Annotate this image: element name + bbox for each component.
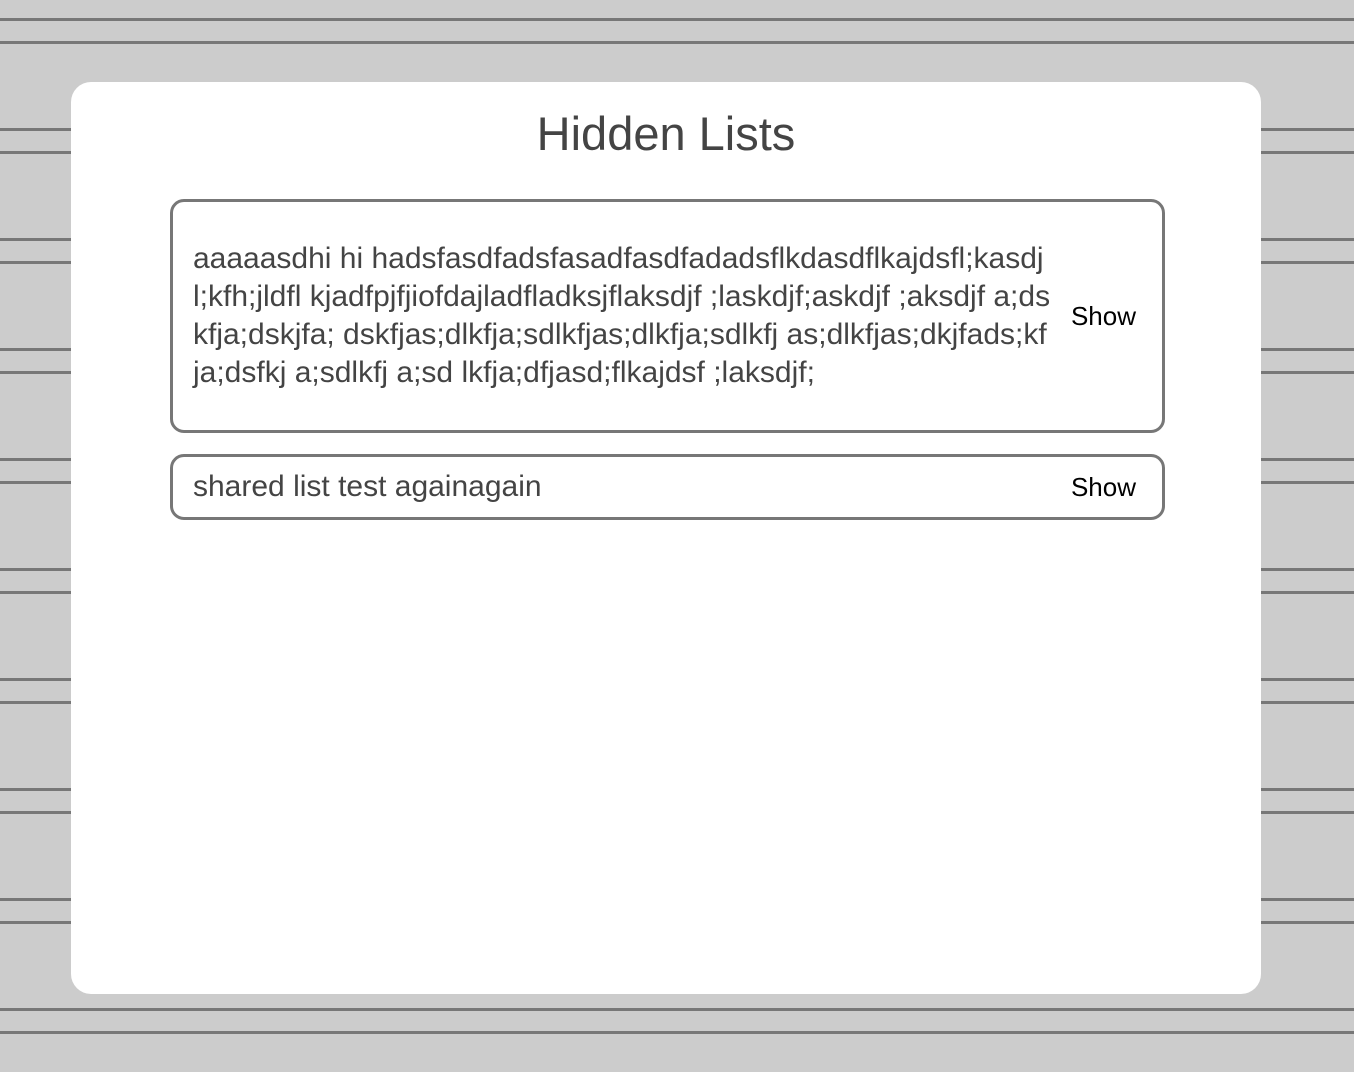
list-item: aaaaasdhi hi hadsfasdfadsfasadfasdfadads…	[170, 199, 1165, 433]
background-line	[0, 18, 1354, 21]
show-list-button[interactable]: Show	[1051, 301, 1156, 332]
hidden-lists-panel: Hidden Lists aaaaasdhi hi hadsfasdfadsfa…	[71, 82, 1261, 994]
page-title: Hidden Lists	[536, 107, 796, 160]
background-line	[0, 1008, 1354, 1011]
list-name: aaaaasdhi hi hadsfasdfadsfasadfasdfadads…	[193, 242, 1051, 389]
hidden-lists: aaaaasdhi hi hadsfasdfadsfasadfasdfadads…	[170, 199, 1165, 541]
background-line	[0, 1031, 1354, 1034]
background-line	[0, 41, 1354, 44]
list-item: shared list test againagain Show	[170, 454, 1165, 520]
show-list-button[interactable]: Show	[1051, 472, 1156, 503]
list-name: shared list test againagain	[193, 470, 542, 503]
